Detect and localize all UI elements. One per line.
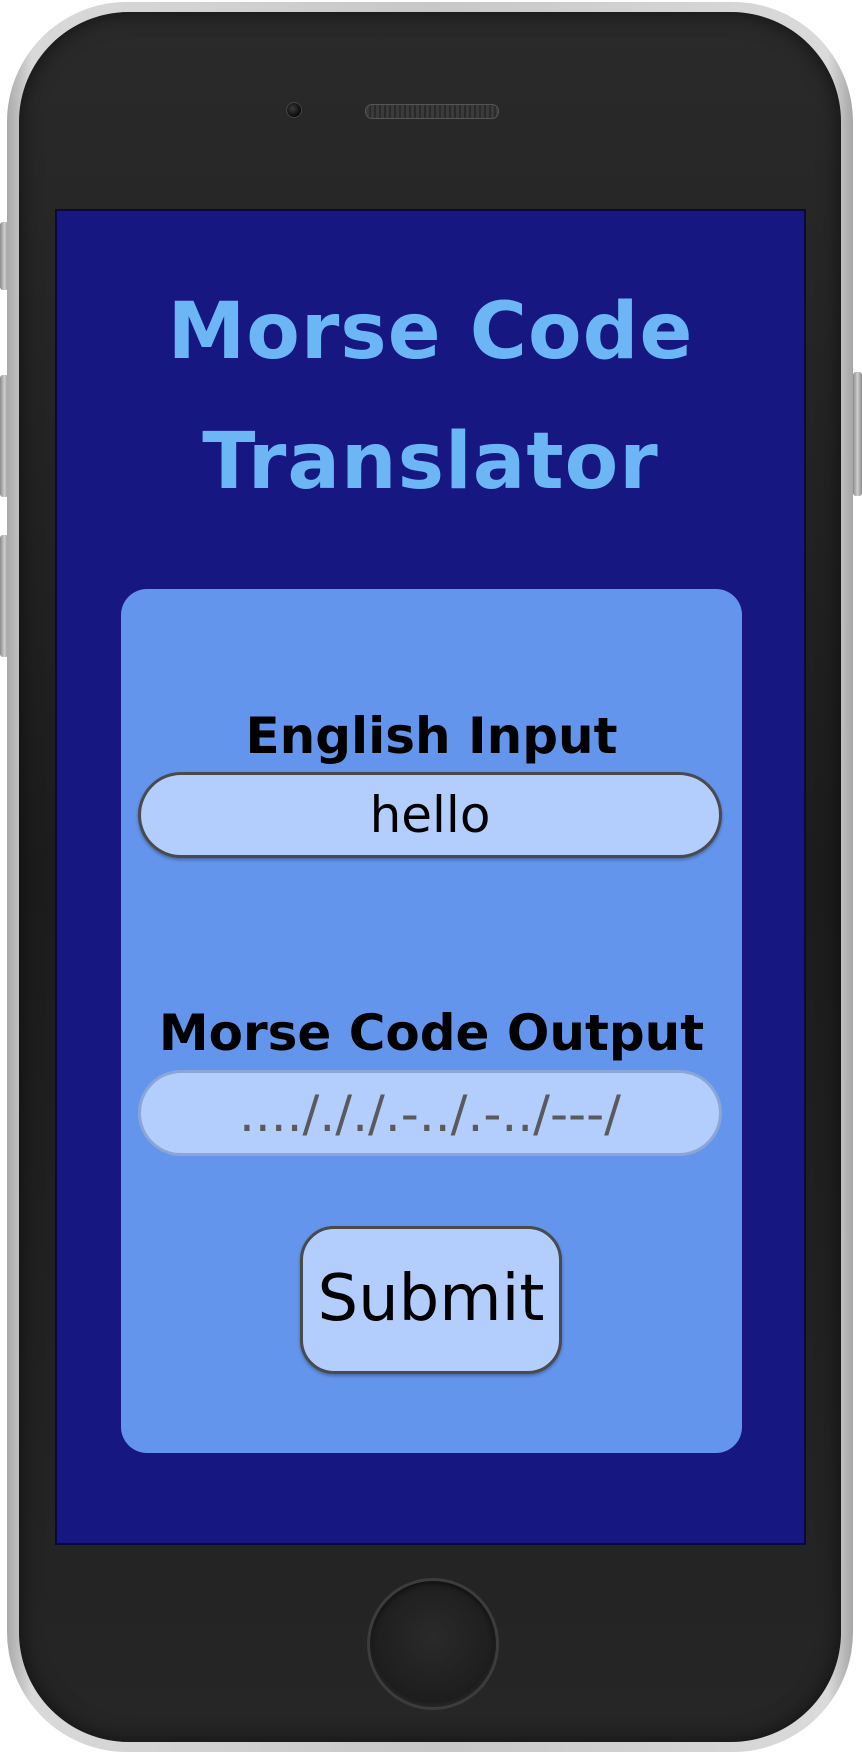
page-title-line-2: Translator: [202, 417, 659, 507]
app-screen: Morse Code Translator English Input Mors…: [55, 209, 806, 1545]
english-input-field[interactable]: [138, 772, 722, 858]
morse-output-label: Morse Code Output: [158, 1004, 705, 1062]
submit-button[interactable]: Submit: [300, 1226, 562, 1374]
earpiece-speaker: [365, 104, 499, 119]
phone-mockup: Morse Code Translator English Input Mors…: [0, 0, 862, 1754]
page-title: Morse Code Translator: [57, 267, 804, 527]
power-button: [853, 372, 862, 496]
home-button: [367, 1578, 499, 1710]
front-camera: [286, 102, 302, 118]
english-input-label: English Input: [245, 707, 618, 765]
translator-panel: English Input Morse Code Output ...././.…: [121, 589, 742, 1453]
page-title-line-1: Morse Code: [167, 287, 694, 377]
morse-output-field: ..../././.-../.-../---/: [138, 1070, 722, 1156]
